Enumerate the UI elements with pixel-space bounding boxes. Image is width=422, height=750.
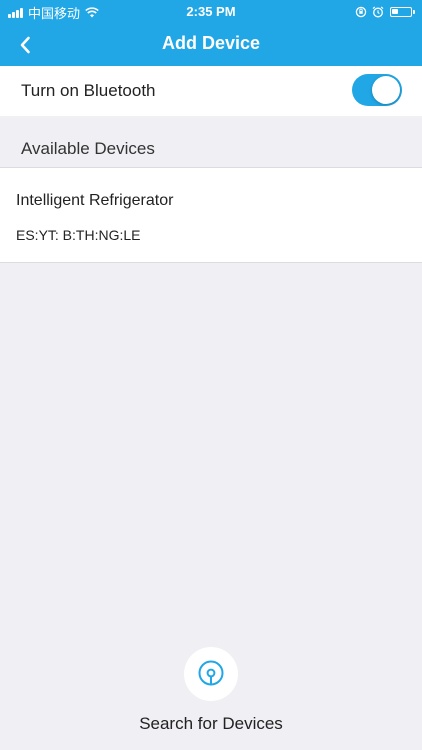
search-devices-button[interactable] (184, 647, 238, 701)
page-title: Add Device (161, 33, 261, 53)
bluetooth-toggle[interactable] (352, 74, 402, 106)
nav-bar: Add Device (0, 24, 422, 66)
location-pin-icon (198, 660, 224, 686)
rotation-lock-icon (355, 6, 367, 18)
status-right (350, 4, 415, 20)
toggle-knob (372, 76, 400, 104)
battery-level (392, 9, 398, 14)
search-devices-label[interactable]: Search for Devices (0, 714, 422, 734)
device-mac-address: ES:YT: B:TH:NG:LE (16, 227, 141, 243)
status-bar: 中国移动 2:35 PM (0, 0, 422, 24)
bluetooth-row: Turn on Bluetooth (0, 66, 422, 116)
app-header: 中国移动 2:35 PM Add Device (0, 0, 422, 66)
bluetooth-label: Turn on Bluetooth (21, 81, 156, 100)
device-list-item[interactable]: Intelligent Refrigerator ES:YT: B:TH:NG:… (0, 167, 422, 263)
battery-icon (390, 7, 415, 17)
device-name: Intelligent Refrigerator (16, 192, 174, 209)
search-section: Search for Devices (0, 647, 422, 747)
available-devices-header: Available Devices (21, 139, 155, 158)
alarm-icon (372, 6, 384, 18)
